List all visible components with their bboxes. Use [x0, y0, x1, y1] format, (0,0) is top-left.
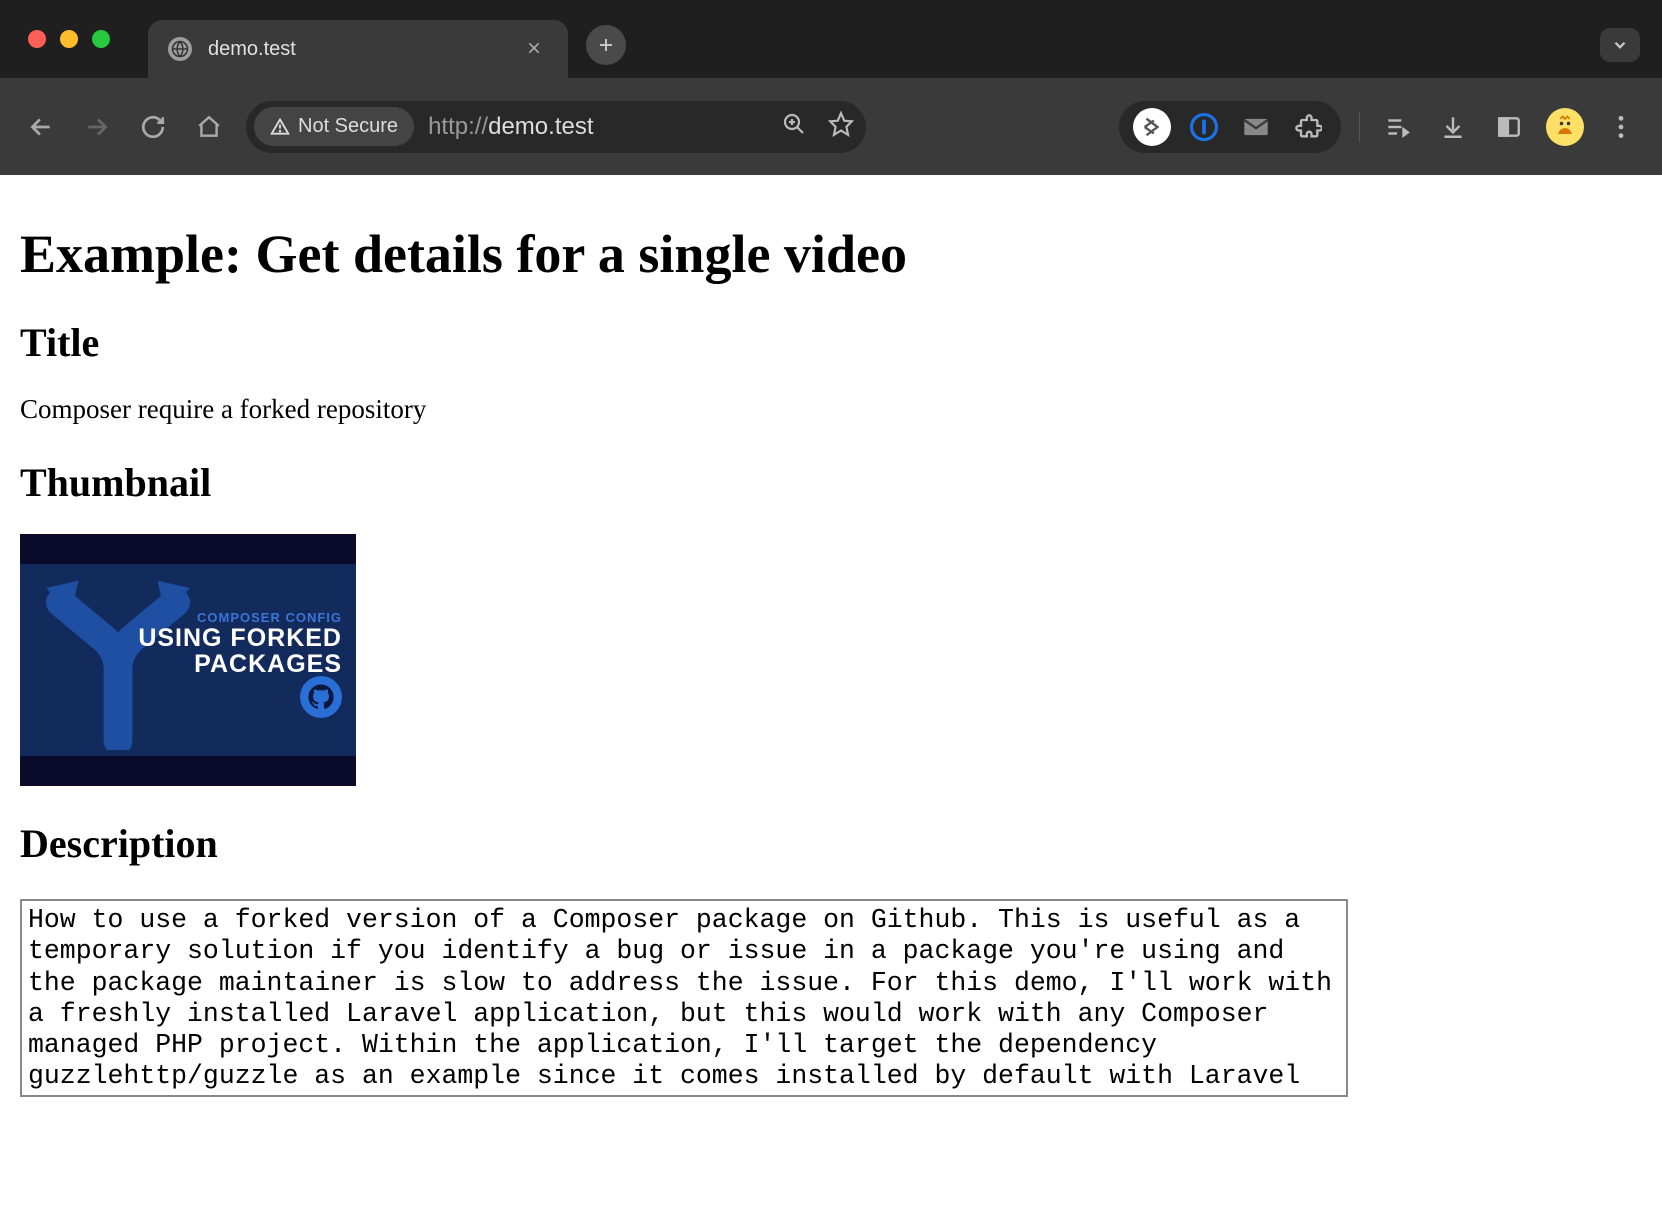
thumbnail-section-heading: Thumbnail: [20, 459, 1642, 506]
tab-bar: demo.test: [0, 0, 1662, 78]
tab-overflow-button[interactable]: [1600, 28, 1640, 62]
thumbnail-image: COMPOSER CONFIG USING FORKED PACKAGES: [20, 534, 356, 786]
minimize-window-button[interactable]: [60, 30, 78, 48]
title-section-heading: Title: [20, 319, 1642, 366]
media-control-icon[interactable]: [1378, 108, 1416, 146]
maximize-window-button[interactable]: [92, 30, 110, 48]
page-content: Example: Get details for a single video …: [0, 175, 1662, 1212]
thumbnail-line1: USING FORKED: [138, 625, 342, 651]
window-controls: [28, 30, 110, 48]
security-chip[interactable]: Not Secure: [254, 107, 414, 146]
menu-button[interactable]: [1602, 108, 1640, 146]
sidepanel-icon[interactable]: [1490, 108, 1528, 146]
thumbnail-line2: PACKAGES: [138, 651, 342, 677]
forward-button[interactable]: [78, 108, 116, 146]
url-display: http://demo.test: [428, 113, 764, 141]
extension-group: [1119, 101, 1341, 153]
bookmark-icon[interactable]: [824, 107, 858, 146]
description-textarea[interactable]: [20, 899, 1348, 1097]
home-button[interactable]: [190, 108, 228, 146]
new-tab-button[interactable]: [586, 25, 626, 65]
title-value: Composer require a forked repository: [20, 394, 1642, 425]
page-heading: Example: Get details for a single video: [20, 223, 1642, 285]
onepassword-icon[interactable]: [1185, 108, 1223, 146]
github-icon: [300, 676, 342, 718]
tab-title: demo.test: [208, 38, 504, 61]
browser-tab[interactable]: demo.test: [148, 20, 568, 78]
toolbar-divider: [1359, 112, 1360, 142]
browser-chrome: demo.test Not Secure http://demo.test: [0, 0, 1662, 175]
downloads-icon[interactable]: [1434, 108, 1472, 146]
globe-icon: [168, 37, 192, 61]
close-window-button[interactable]: [28, 30, 46, 48]
warning-icon: [270, 117, 290, 137]
back-button[interactable]: [22, 108, 60, 146]
profile-avatar[interactable]: [1546, 108, 1584, 146]
security-label: Not Secure: [298, 115, 398, 138]
reload-button[interactable]: [134, 108, 172, 146]
browser-toolbar: Not Secure http://demo.test: [0, 78, 1662, 175]
close-tab-button[interactable]: [520, 34, 548, 64]
mail-icon[interactable]: [1237, 108, 1275, 146]
extensions-puzzle-icon[interactable]: [1289, 108, 1327, 146]
address-bar[interactable]: Not Secure http://demo.test: [246, 101, 866, 153]
description-section-heading: Description: [20, 820, 1642, 867]
thumbnail-eyebrow: COMPOSER CONFIG: [138, 610, 342, 625]
extension-icon[interactable]: [1133, 108, 1171, 146]
zoom-icon[interactable]: [778, 108, 810, 145]
